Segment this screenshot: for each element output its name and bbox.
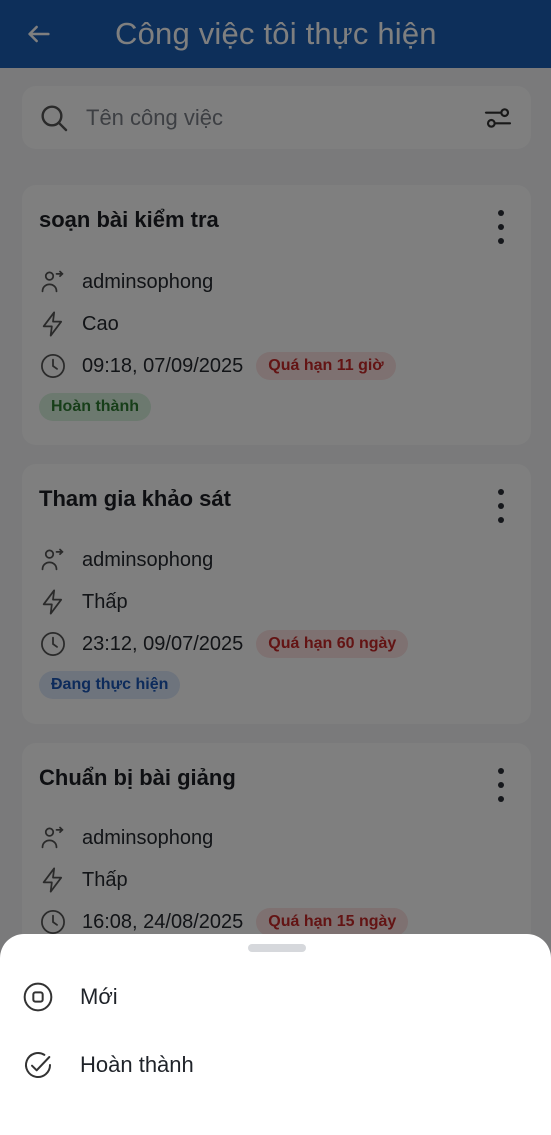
check-circle-icon [25, 1052, 51, 1078]
option-new[interactable]: Mới [22, 980, 118, 1014]
status-bottom-sheet: Mới Hoàn thành [0, 934, 551, 1135]
drag-handle[interactable] [248, 944, 306, 952]
option-new-label: Mới [80, 984, 118, 1009]
option-completed-label: Hoàn thành [80, 1052, 194, 1077]
stop-circle-icon [23, 982, 53, 1012]
option-completed[interactable]: Hoàn thành [22, 1048, 194, 1082]
